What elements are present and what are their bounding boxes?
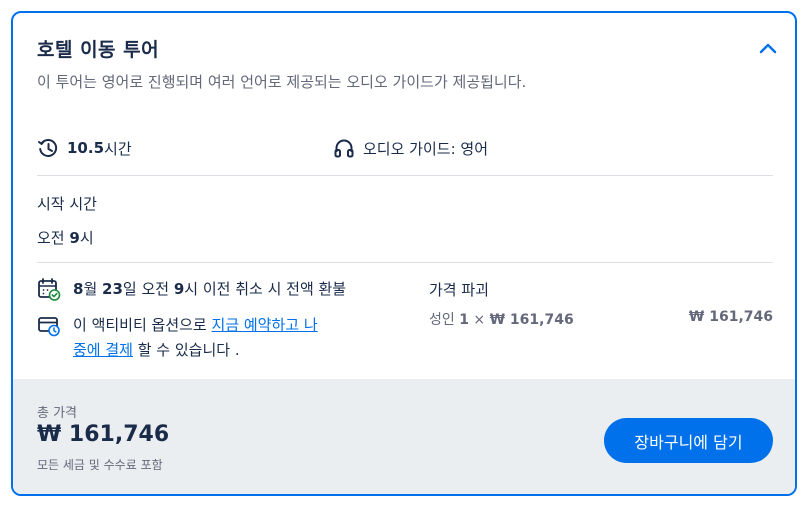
headphones-icon — [334, 139, 354, 158]
cancel-day-unit: 일 오전 — [122, 280, 174, 298]
clock-history-icon — [38, 139, 58, 157]
start-time-value: 오전 9시 — [37, 227, 94, 248]
price-line-unit-price: ₩ 161,746 — [489, 312, 574, 328]
cancel-hour: 9 — [173, 280, 185, 298]
reserve-now-pay-later: 이 액티비티 옵션으로 지금 예약하고 나중에 결제 할 수 있습니다 . — [37, 313, 367, 363]
cancel-rest: 시 이전 취소 시 전액 환불 — [184, 280, 347, 298]
tax-note: 모든 세금 및 수수료 포함 — [37, 458, 163, 472]
total-price-value: ₩ 161,746 — [37, 422, 170, 447]
reserve-now-pay-later-link[interactable]: 지금 예약하고 나 — [212, 316, 318, 334]
divider — [37, 175, 773, 176]
reserve-later-prefix: 이 액티비티 옵션으로 — [73, 316, 212, 334]
option-description: 이 투어는 영어로 진행되며 여러 언어로 제공되는 오디오 가이드가 제공됩니… — [37, 73, 527, 91]
price-footer: 총 가격 ₩ 161,746 모든 세금 및 수수료 포함 장바구니에 담기 — [13, 379, 795, 494]
total-price-label: 총 가격 — [37, 406, 78, 421]
price-line-label: 성인 — [429, 312, 460, 328]
reserve-now-pay-later-link[interactable]: 중에 결제 — [73, 341, 133, 359]
chevron-up-icon[interactable] — [757, 39, 779, 57]
cancellation-text: 8월 23일 오전 9시 이전 취소 시 전액 환불 — [73, 277, 346, 302]
tour-option-card: 호텔 이동 투어 이 투어는 영어로 진행되며 여러 언어로 제공되는 오디오 … — [11, 11, 797, 496]
duration-info: 10.5 시간 — [37, 135, 132, 161]
duration-number: 10.5 — [67, 139, 105, 157]
option-meta: 10.5 시간 오디오 가이드: 영어 — [37, 135, 777, 161]
price-line-times: × — [468, 312, 490, 328]
price-line-amount: ₩ 161,746 — [688, 309, 773, 325]
start-time-number: 9 — [69, 229, 80, 247]
cancel-day: 23 — [102, 280, 123, 298]
audio-guide-label: 오디오 가이드: 영어 — [363, 139, 488, 158]
reserve-later-text: 이 액티비티 옵션으로 지금 예약하고 나중에 결제 할 수 있습니다 . — [73, 313, 318, 363]
reserve-later-suffix: 할 수 있습니다 . — [132, 341, 240, 359]
calendar-check-icon — [38, 278, 61, 301]
start-time-label: 시작 시간 — [37, 195, 97, 213]
cancel-month-unit: 월 — [83, 280, 103, 298]
duration-unit: 시간 — [104, 139, 132, 158]
price-line-qty: 1 — [459, 312, 469, 328]
start-time-prefix: 오전 — [37, 229, 70, 247]
cancellation-policy: 8월 23일 오전 9시 이전 취소 시 전액 환불 — [37, 277, 346, 302]
audio-guide-info: 오디오 가이드: 영어 — [333, 135, 488, 161]
cancel-month: 8 — [73, 280, 84, 298]
start-time-suffix: 시 — [79, 229, 94, 247]
option-title: 호텔 이동 투어 — [37, 39, 160, 61]
price-breakdown-heading: 가격 파괴 — [429, 281, 489, 299]
divider — [37, 262, 773, 263]
card-clock-icon — [38, 317, 60, 337]
price-breakdown-line: 성인 1 × ₩ 161,746 ₩ 161,746 — [429, 309, 773, 329]
add-to-cart-button[interactable]: 장바구니에 담기 — [604, 418, 773, 463]
